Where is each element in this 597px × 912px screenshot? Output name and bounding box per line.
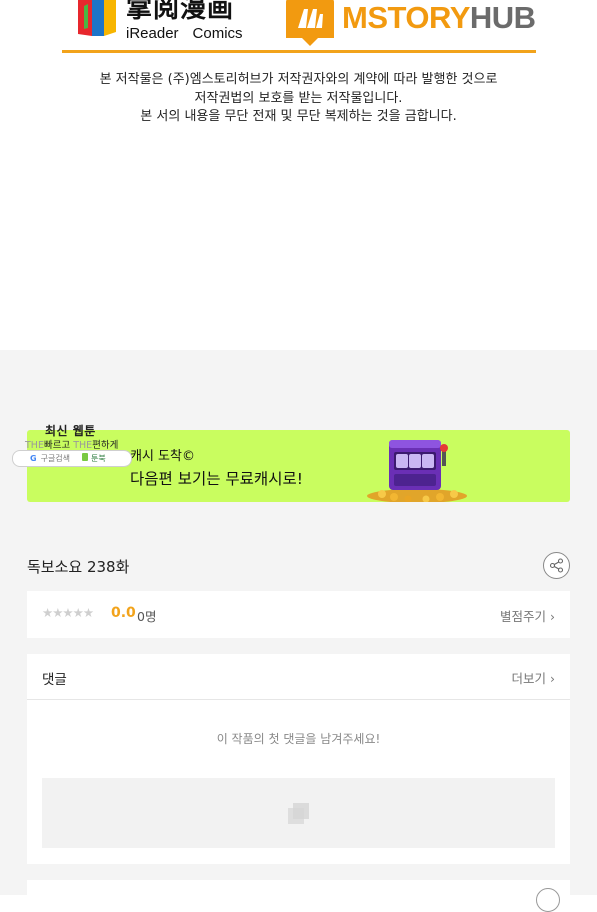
- comments-title: 댓글: [42, 672, 67, 688]
- rating-card: ★★★★★ 0.0 0명 별점주기 ›: [27, 591, 570, 638]
- promo-search-pill[interactable]: G 구글검색 툰북: [12, 450, 132, 467]
- promo-tagline: THE빠르고 THE편하게: [25, 440, 119, 451]
- rating-count: 0명: [137, 609, 157, 624]
- ireader-chinese-title: 掌阅漫画: [126, 0, 235, 24]
- google-search-label: 구글검색: [40, 454, 71, 463]
- logo-divider: [62, 50, 536, 53]
- ireader-book-icon: [78, 0, 116, 36]
- copyright-line-2: 저작권법의 보호를 받는 저작물입니다.: [194, 90, 403, 106]
- mstory-hub-wordmark: MSTORYHUB: [342, 0, 536, 35]
- toonbook-label: 툰북: [91, 454, 106, 463]
- comments-divider: [27, 699, 570, 700]
- google-icon: G: [30, 454, 37, 463]
- content-end-section: 掌阅漫画 iReader Comics MSTORYHUB 본 저작물은 (주)엠…: [0, 0, 597, 350]
- episode-title: 독보소요 238화: [27, 558, 130, 576]
- next-section-card: [27, 880, 570, 910]
- ireader-comics-logo: 掌阅漫画 iReader Comics: [74, 0, 243, 44]
- comments-card: 댓글 더보기 › 이 작품의 첫 댓글을 남겨주세요!: [27, 654, 570, 864]
- comment-placeholder-icon: [288, 803, 309, 824]
- banner-headline: 캐시 도착©: [130, 449, 195, 464]
- banner-subline: 다음편 보기는 무료캐시로!: [130, 470, 303, 488]
- rating-stars-icon: ★★★★★: [42, 605, 94, 620]
- copyright-line-3: 본 서의 내용을 무단 전재 및 무단 복제하는 것을 금합니다.: [140, 109, 457, 124]
- mstory-hub-logo: MSTORYHUB: [286, 0, 536, 46]
- ireader-english-title: iReader Comics: [126, 25, 243, 42]
- latest-webtoon-promo[interactable]: 최신 웹툰 THE빠르고 THE편하게 G 구글검색 툰북: [12, 421, 132, 469]
- share-icon: [549, 558, 564, 573]
- copyright-notice: 본 저작물은 (주)엠스토리허브가 저작권자와의 계약에 따라 발행한 것으로 …: [0, 71, 597, 127]
- share-button[interactable]: [543, 552, 570, 579]
- comment-input-box[interactable]: [42, 778, 555, 848]
- rate-button[interactable]: 별점주기 ›: [500, 606, 555, 625]
- mstory-m-icon: [286, 0, 334, 46]
- rating-score: 0.0: [111, 605, 136, 621]
- toonbook-icon: [82, 453, 89, 461]
- comments-more-link[interactable]: 더보기 ›: [512, 668, 555, 687]
- scroll-top-button[interactable]: [536, 888, 560, 912]
- comments-empty-message: 이 작품의 첫 댓글을 남겨주세요!: [216, 732, 381, 746]
- slot-machine-coins-icon: [367, 440, 467, 502]
- copyright-line-1: 본 저작물은 (주)엠스토리허브가 저작권자와의 계약에 따라 발행한 것으로: [99, 72, 498, 87]
